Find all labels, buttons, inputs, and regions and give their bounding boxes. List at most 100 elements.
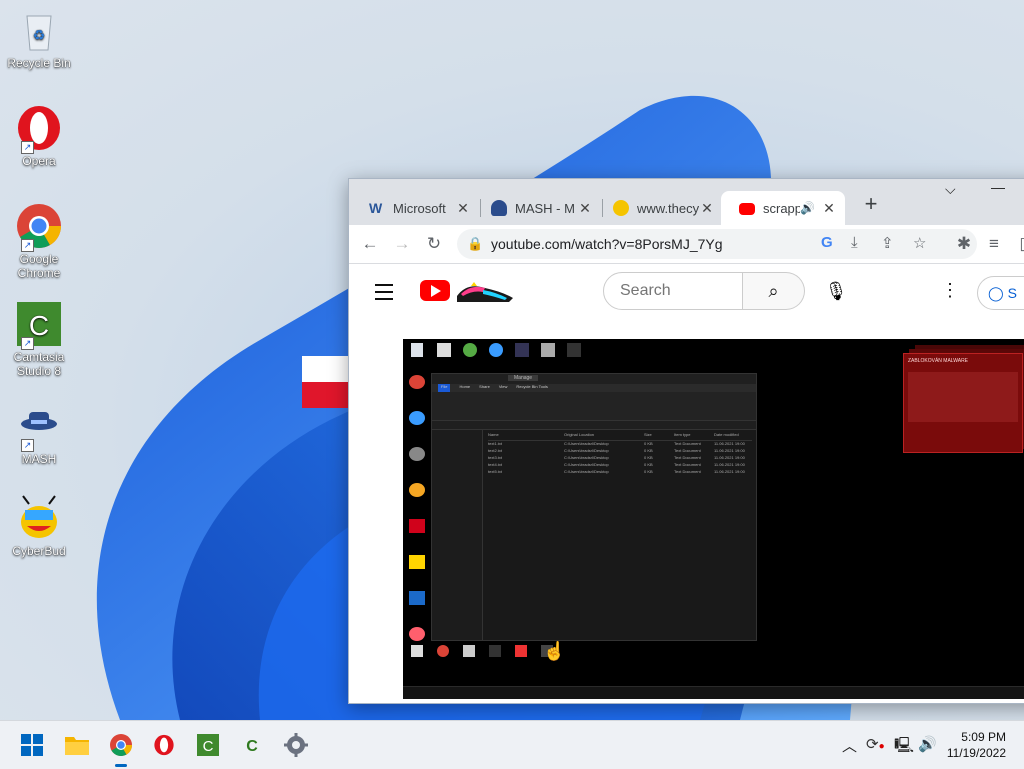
video-left-icons [409,375,425,641]
close-icon[interactable]: ✕ [699,200,715,217]
tab-mash[interactable]: MASH - M ✕ [473,191,601,225]
tab-microsoft[interactable]: W Microsoft ✕ [351,191,479,225]
video-explorer-title: Manage [508,375,539,381]
search-icon[interactable]: ⌕ [743,272,805,310]
tab-search-chevron-icon[interactable]: ⌵ [945,181,956,198]
clock-time: 5:09 PM [961,730,1006,744]
video-cell: Text Document [674,441,701,446]
chrome-icon [110,734,132,756]
video-column-header: Size [644,432,652,437]
youtube-header: Search ⌕ 🎙 ⋮ ◯ S [349,264,1024,324]
taskbar-opera[interactable] [148,729,180,761]
video-column-header: Item type [674,432,691,437]
video-player[interactable]: Manage File Home Share View Recycle Bin … [403,339,1024,699]
taskbar: C C ︿ ⟳● 🖳 🔊 5:09 PM 11/19/2022 [0,720,1024,769]
video-cell: C:\Users\bradsrl\Desktop [564,441,609,446]
youtube-doodle[interactable] [453,278,517,304]
video-column-header: Date modified [714,432,739,437]
word-icon: W [369,200,383,216]
video-cell: 11.06.2021 19:00 [714,455,745,460]
video-cell: 11.06.2021 19:00 [714,441,745,446]
desktop-icon-label: Recycle Bin [7,56,71,70]
video-cell: Text Document [674,455,701,460]
video-explorer-tab: Home [459,384,471,389]
desktop-icon-label: MASH [21,452,57,466]
video-cell: text3.txt [488,455,503,460]
start-button[interactable] [16,729,48,761]
side-panel-icon[interactable]: ▯ [1013,233,1024,255]
extensions-icon[interactable]: ✱ [953,233,975,255]
address-bar[interactable]: 🔒 youtube.com/watch?v=8PorsMJ_7Yg G ⤓ ⇪ … [457,229,977,259]
microphone-icon[interactable]: 🎙 [823,278,849,304]
google-icon[interactable]: G [821,234,833,251]
close-icon[interactable]: ✕ [821,200,837,217]
lock-icon: 🔒 [467,236,484,251]
youtube-search-input[interactable]: Search [603,272,743,310]
svg-text:C: C [246,738,258,755]
desktop-icon-cyberbud[interactable]: CyberBud [4,494,74,558]
taskbar-settings[interactable] [280,729,312,761]
video-cell: 0 KB [644,469,653,474]
video-cell: C:\Users\bradsrl\Desktop [564,469,609,474]
chrome-window: W Microsoft ✕ MASH - M ✕ www.thecy ✕ scr… [348,178,1024,704]
speaker-icon[interactable]: 🔊 [800,201,815,215]
video-explorer-tab: Recycle Bin Tools [516,384,548,389]
media-controls-icon[interactable]: ≡ [983,233,1005,255]
minimize-button[interactable]: — [991,179,1005,195]
volume-icon[interactable]: 🔊 [918,735,937,753]
bookmark-star-icon[interactable]: ☆ [913,234,926,252]
desktop-icon-label: CyberBud [12,544,66,558]
svg-text:C: C [203,738,214,755]
clock[interactable]: 5:09 PM 11/19/2022 [947,729,1006,761]
hamburger-menu-icon[interactable] [375,284,393,305]
video-cell: 0 KB [644,455,653,460]
video-explorer-tab: Share [479,384,490,389]
taskbar-camtasia-recorder[interactable]: C [236,729,268,761]
video-popup-title: ZABLOKOVÁN MALWARE [908,358,969,364]
sync-alert-icon[interactable]: ⟳● [866,735,885,753]
video-cell: C:\Users\bradsrl\Desktop [564,455,609,460]
taskbar-camtasia[interactable]: C [192,729,224,761]
tab-title: MASH - M [515,200,575,216]
video-explorer-window: Manage File Home Share View Recycle Bin … [431,373,757,641]
tab-youtube[interactable]: scrapp 🔊 ✕ [721,191,845,225]
browser-toolbar: ← → ↻ 🔒 youtube.com/watch?v=8PorsMJ_7Yg … [349,225,1024,264]
desktop-icon-opera[interactable]: ↗ Opera [4,104,74,168]
desktop-icon-recycle-bin[interactable]: ♻ Recycle Bin [4,6,74,70]
desktop-icon-label: Camtasia Studio 8 [13,350,65,378]
youtube-icon [739,203,755,215]
video-cell: 11.06.2021 19:00 [714,469,745,474]
back-button[interactable]: ← [359,233,381,255]
video-file-row: text2.txt C:\Users\bradsrl\Desktop 0 KB Tex… [488,448,752,455]
network-icon[interactable]: 🖳 [894,735,914,760]
install-icon[interactable]: ⤓ [851,234,858,251]
camtasia-recorder-icon: C [241,734,263,756]
video-malware-popup: ZABLOKOVÁN MALWARE [903,353,1023,453]
reload-button[interactable]: ↻ [423,233,445,255]
video-cell: text4.txt [488,462,503,467]
recycle-bin-icon: ♻ [26,15,52,51]
video-file-row: text5.txt C:\Users\bradsrl\Desktop 0 KB Tex… [488,469,752,476]
video-column-header: Name [488,432,499,437]
more-options-icon[interactable]: ⋮ [941,280,959,301]
file-explorer-icon [65,737,89,755]
close-icon[interactable]: ✕ [455,200,471,217]
tab-thecyberbud[interactable]: www.thecy ✕ [595,191,723,225]
new-tab-button[interactable]: + [857,191,885,219]
user-icon: ◯ [988,285,1004,301]
forward-button[interactable]: → [391,233,413,255]
cyberbud-icon [613,200,629,216]
taskbar-file-explorer[interactable] [61,729,93,761]
share-icon[interactable]: ⇪ [881,234,894,252]
sign-in-button[interactable]: ◯ S [977,276,1024,310]
chevron-up-icon[interactable]: ︿ [842,735,857,756]
desktop-icon-camtasia[interactable]: C ↗ Camtasia Studio 8 [4,300,74,378]
video-file-row: text1.txt C:\Users\bradsrl\Desktop 0 KB Tex… [488,441,752,448]
desktop-icon-mash[interactable]: ↗ MASH [4,402,74,466]
desktop-icon-chrome[interactable]: ↗ Google Chrome [4,202,74,280]
youtube-logo[interactable] [420,280,450,301]
video-explorer-tab: View [498,384,508,389]
clock-date: 11/19/2022 [946,746,1006,760]
taskbar-chrome[interactable] [105,729,137,767]
close-icon[interactable]: ✕ [577,200,593,217]
